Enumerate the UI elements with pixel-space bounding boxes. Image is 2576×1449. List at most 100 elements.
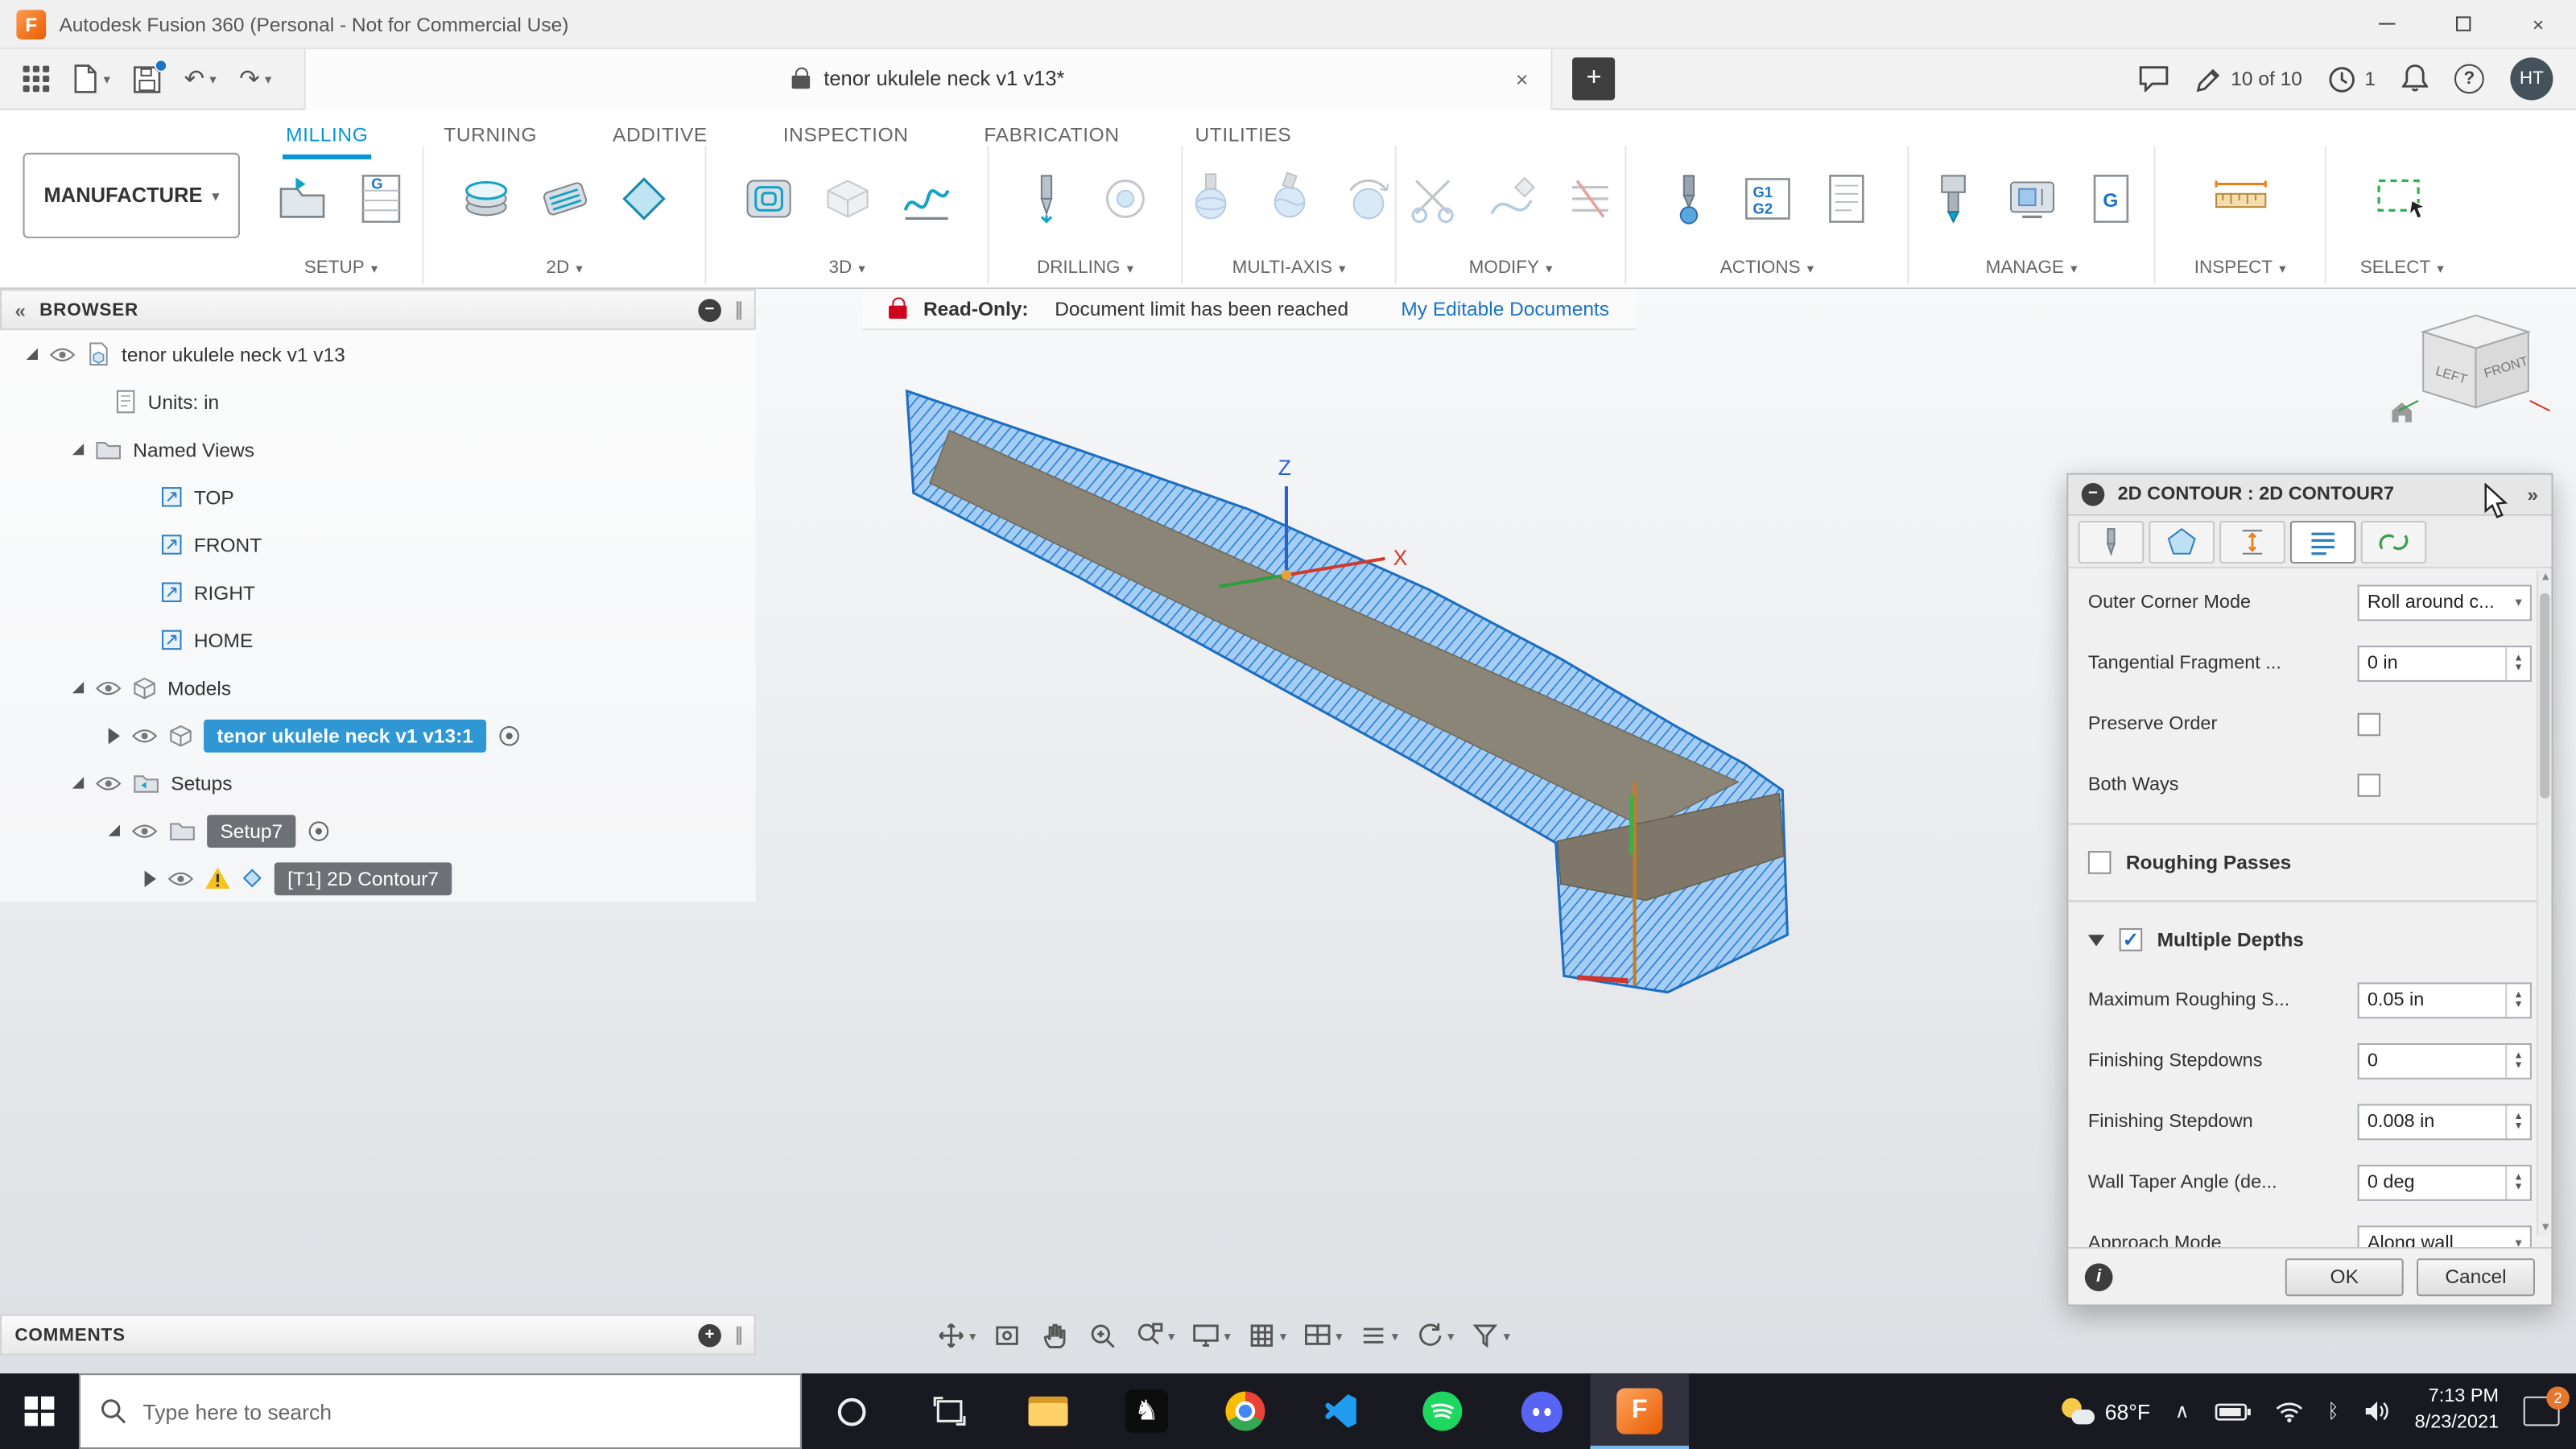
group-label-select[interactable]: SELECT ▾ xyxy=(2360,251,2444,284)
spin-up-icon[interactable]: ▲ xyxy=(2513,1051,2523,1060)
eye-icon[interactable] xyxy=(95,774,122,791)
tree-item-view-front[interactable]: FRONT xyxy=(0,521,756,568)
cortana-button[interactable] xyxy=(802,1373,900,1449)
notification-center-button[interactable]: 2 xyxy=(2523,1386,2570,1426)
dialog-titlebar[interactable]: − 2D CONTOUR : 2D CONTOUR7 » xyxy=(2068,474,2552,516)
workspace-selector[interactable]: MANUFACTURE ▾ xyxy=(23,152,240,238)
tree-item-named-views[interactable]: Named Views xyxy=(0,426,756,473)
save-button[interactable] xyxy=(133,58,168,93)
tab-passes[interactable] xyxy=(2289,519,2356,563)
tree-item-models[interactable]: Models xyxy=(0,663,756,711)
tree-item-2d-contour7[interactable]: [T1] 2D Contour7 xyxy=(0,854,756,902)
app-grid-menu-icon[interactable] xyxy=(23,65,50,93)
tree-item-units[interactable]: Units: in xyxy=(0,378,756,425)
browser-header[interactable]: « BROWSER − ∥ xyxy=(0,289,756,331)
recent-activity-button[interactable]: 1 xyxy=(2328,65,2376,93)
group-label-2d[interactable]: 2D ▾ xyxy=(546,251,582,284)
outer-corner-mode-select[interactable]: Roll around c... ▾ xyxy=(2357,584,2532,621)
expander-open-icon[interactable] xyxy=(108,824,120,836)
3d-viewport[interactable]: Z X LEFT FRONT Read-Only: Document limit… xyxy=(0,289,2576,1374)
3d-contour-button[interactable] xyxy=(890,158,962,240)
undo-button[interactable]: ↶ ▾ xyxy=(184,64,217,94)
fusion-360-taskbar-button[interactable]: F xyxy=(1590,1373,1689,1449)
tree-item-document-root[interactable]: tenor ukulele neck v1 v13 xyxy=(0,330,756,378)
2d-chamfer-button[interactable] xyxy=(607,158,679,240)
maximum-roughing-stepdown-input[interactable]: 0.05 in ▲ ▼ xyxy=(2357,981,2532,1018)
taskbar-search[interactable] xyxy=(78,1373,802,1449)
minimize-panel-icon[interactable]: − xyxy=(698,298,722,321)
panel-grip[interactable]: ∥ xyxy=(734,299,744,320)
machine-library-button[interactable] xyxy=(1996,158,2068,240)
scroll-down-icon[interactable]: ▼ xyxy=(2538,1222,2553,1233)
tree-label-2d-contour7[interactable]: [T1] 2D Contour7 xyxy=(274,861,452,895)
info-icon[interactable]: i xyxy=(2084,1262,2113,1291)
discord-button[interactable] xyxy=(1492,1373,1590,1449)
stepper-arrows[interactable]: ▲ ▼ xyxy=(2505,1104,2530,1138)
viewports-settings[interactable]: ▾ xyxy=(1296,1319,1347,1352)
stepper-arrows[interactable]: ▲ ▼ xyxy=(2505,983,2530,1017)
spin-up-icon[interactable]: ▲ xyxy=(2513,1172,2523,1182)
expander-open-icon[interactable] xyxy=(72,444,85,456)
spin-down-icon[interactable]: ▼ xyxy=(2513,663,2523,672)
scrollbar-thumb[interactable] xyxy=(2540,592,2550,799)
cancel-button[interactable]: Cancel xyxy=(2417,1257,2535,1296)
3d-pocket-button[interactable] xyxy=(811,158,883,240)
taskbar-clock[interactable]: 7:13 PM 8/23/2021 xyxy=(2415,1385,2499,1436)
ok-button[interactable]: OK xyxy=(2285,1257,2404,1296)
drill-button[interactable] xyxy=(1009,158,1082,240)
roughing-passes-checkbox[interactable]: ✓ xyxy=(2087,851,2112,874)
generate-gcode-button[interactable]: G1 G2 xyxy=(1731,158,1803,240)
tree-item-setup7[interactable]: Setup7 xyxy=(0,807,756,854)
look-at-tool[interactable] xyxy=(986,1319,1029,1352)
task-view-button[interactable] xyxy=(900,1373,998,1449)
display-settings[interactable]: ▾ xyxy=(1184,1319,1235,1352)
bluetooth-icon[interactable]: ᛒ xyxy=(2327,1400,2339,1423)
post-process-button[interactable] xyxy=(1652,158,1724,240)
neck-top-surface[interactable] xyxy=(929,429,1740,829)
tree-label[interactable]: tenor ukulele neck v1 v13 xyxy=(122,343,345,366)
chrome-button[interactable] xyxy=(1196,1373,1294,1449)
spin-up-icon[interactable]: ▲ xyxy=(2513,1112,2523,1121)
dark-app-button[interactable]: ♞ xyxy=(1097,1373,1195,1449)
maximize-button[interactable] xyxy=(2425,0,2500,48)
tree-item-view-top[interactable]: TOP xyxy=(0,473,756,521)
tab-geometry[interactable] xyxy=(2149,519,2215,563)
orbit-tool[interactable]: ▾ xyxy=(930,1319,980,1352)
section-expander-icon[interactable] xyxy=(2087,934,2105,946)
pan-tool[interactable] xyxy=(1034,1319,1076,1352)
multi-axis-contour-button[interactable] xyxy=(1253,158,1325,240)
group-label-3d[interactable]: 3D ▾ xyxy=(828,251,865,284)
tree-label[interactable]: RIGHT xyxy=(194,580,255,604)
setup-sheet-action-button[interactable] xyxy=(1810,158,1882,240)
tree-item-view-home[interactable]: HOME xyxy=(0,616,756,663)
tree-label[interactable]: Named Views xyxy=(133,438,254,461)
group-label-inspect[interactable]: INSPECT ▾ xyxy=(2194,251,2286,284)
tool-library-button[interactable] xyxy=(1917,158,1989,240)
spin-down-icon[interactable]: ▼ xyxy=(2513,1060,2523,1070)
group-label-actions[interactable]: ACTIONS ▾ xyxy=(1720,251,1814,284)
panel-grip[interactable]: ∥ xyxy=(734,1324,744,1345)
tree-item-setups[interactable]: Setups xyxy=(0,759,756,807)
setup-sheet-button[interactable]: G xyxy=(345,158,417,240)
tab-linking[interactable] xyxy=(2360,519,2427,563)
eye-icon[interactable] xyxy=(95,679,122,696)
eye-icon[interactable] xyxy=(131,727,158,743)
swarf-button[interactable] xyxy=(1174,158,1246,240)
spin-down-icon[interactable]: ▼ xyxy=(2513,1182,2523,1191)
close-document-icon[interactable]: × xyxy=(1516,67,1528,92)
finishing-stepdowns-input[interactable]: 0 ▲ ▼ xyxy=(2357,1042,2532,1079)
search-input[interactable] xyxy=(142,1398,781,1424)
expander-closed-icon[interactable] xyxy=(108,727,120,744)
weather-widget[interactable]: 68°F xyxy=(2062,1397,2150,1425)
file-explorer-button[interactable] xyxy=(999,1373,1097,1449)
circular-milling-button[interactable] xyxy=(1088,158,1161,240)
document-tab[interactable]: tenor ukulele neck v1 v13* × xyxy=(303,48,1553,109)
trim-toolpath-button[interactable] xyxy=(1396,158,1468,240)
expander-open-icon[interactable] xyxy=(26,348,38,360)
spin-up-icon[interactable]: ▲ xyxy=(2513,990,2523,1000)
steps-settings[interactable]: ▾ xyxy=(1352,1319,1403,1352)
start-button[interactable] xyxy=(0,1373,79,1449)
adaptive-clearing-button[interactable] xyxy=(732,158,804,240)
finishing-stepdown-input[interactable]: 0.008 in ▲ ▼ xyxy=(2357,1103,2532,1140)
filter-tool[interactable]: ▾ xyxy=(1464,1319,1515,1352)
